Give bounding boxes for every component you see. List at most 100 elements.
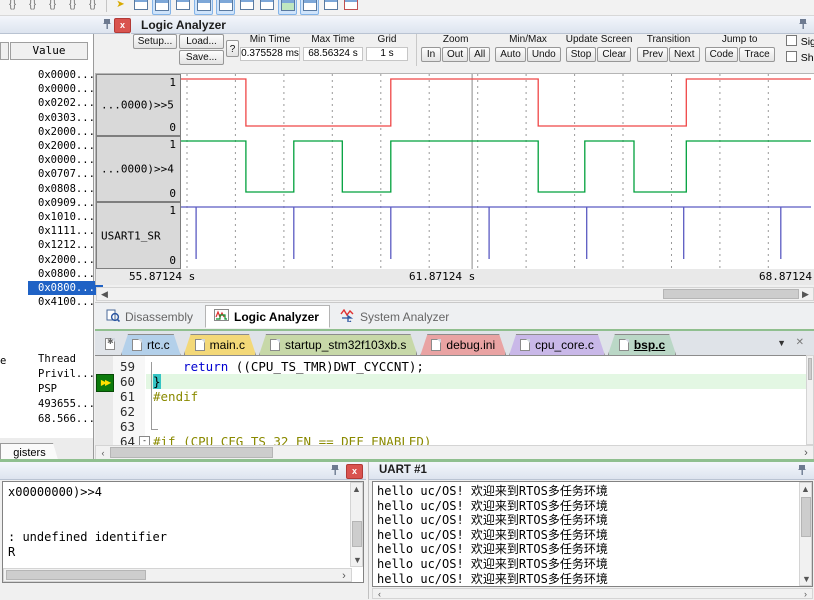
step-into-icon[interactable]: {} (4, 0, 21, 13)
checkbox-label: Signal Info (800, 36, 814, 48)
scroll-left-icon[interactable]: ‹ (97, 447, 109, 459)
editor-tab-rtc-c[interactable]: rtc.c (121, 334, 181, 355)
editor-tab-cpu-core-c[interactable]: cpu_core.c (509, 334, 605, 355)
editor-tab-startup-stm32f103xb-s[interactable]: startup_stm32f103xb.s (259, 334, 417, 355)
code-line[interactable]: 60} (95, 374, 806, 389)
code-button[interactable]: Code (704, 47, 739, 62)
run-icon[interactable]: ➤ (112, 0, 129, 13)
waveform-channel-label[interactable]: 1 0 ...0000)>>5 (96, 74, 181, 136)
step-out-icon[interactable]: {} (44, 0, 61, 13)
editor-tab-debug-ini[interactable]: debug.ini (420, 334, 506, 355)
setup-button[interactable]: Setup... (133, 34, 177, 49)
editor-tab-bsp-c[interactable]: bsp.c (608, 334, 676, 355)
code-line[interactable]: 63 (95, 419, 806, 434)
uart-line: hello uc/OS! 欢迎来到RTOS多任务环境 (377, 542, 608, 557)
group-label: Min/Max (509, 34, 547, 45)
tab-close-icon[interactable]: ✕ (796, 337, 804, 348)
help-button[interactable]: ? (226, 40, 239, 57)
pin-icon[interactable] (798, 18, 808, 33)
tab-label: main.c (209, 338, 246, 352)
undo-button[interactable]: Undo (526, 47, 561, 62)
pin-icon[interactable] (102, 18, 112, 33)
save-button[interactable]: Save... (179, 50, 224, 65)
toolbox-icon[interactable] (342, 0, 359, 13)
group-zoom: Zoom In Out All (421, 34, 491, 62)
analysis-window-icon[interactable] (278, 0, 297, 15)
waveform-plot[interactable] (181, 74, 811, 269)
checkbox-icon[interactable] (785, 51, 797, 62)
registers-window-icon[interactable] (194, 0, 213, 15)
next-button[interactable]: Next (669, 47, 700, 62)
run-to-cursor-icon[interactable]: {} (64, 0, 81, 13)
stop-button[interactable]: Stop (565, 47, 597, 62)
scrollbar-thumb[interactable] (110, 447, 273, 458)
tab-logic-analyzer[interactable]: Logic Analyzer (205, 305, 330, 328)
scroll-left-icon[interactable]: ‹ (374, 588, 385, 600)
tab-list-dropdown-icon[interactable]: ▼ (777, 338, 786, 348)
clear-button[interactable]: Clear (597, 47, 632, 62)
stop-icon[interactable]: {} (84, 0, 101, 13)
scroll-up-icon[interactable]: ▲ (351, 483, 362, 495)
checkbox-show-cycles[interactable]: Show Cycles (785, 51, 814, 64)
checkbox-signal-info[interactable]: Signal Info (785, 35, 814, 48)
command-hscrollbar[interactable]: › (3, 568, 352, 582)
tab-disassembly[interactable]: Disassembly (98, 306, 203, 328)
group-update-screen: Update Screen Stop Clear (565, 34, 632, 62)
scroll-down-icon[interactable]: ▼ (800, 573, 812, 585)
prev-button[interactable]: Prev (637, 47, 669, 62)
scroll-right-icon[interactable]: ▶ (799, 288, 812, 300)
memory-window-icon[interactable] (238, 0, 255, 13)
system-viewer-icon[interactable] (322, 0, 339, 13)
trace-button[interactable]: Trace (739, 47, 775, 62)
editor-tab-main-c[interactable]: main.c (184, 334, 256, 355)
file-modified-icon[interactable]: ✱ (105, 337, 115, 350)
table-row[interactable]: 0x0800... (28, 281, 103, 295)
name-column-header[interactable] (0, 42, 9, 60)
load-button[interactable]: Load... (179, 34, 224, 49)
scroll-down-icon[interactable]: ▼ (351, 554, 363, 566)
waveform-channel-label[interactable]: 1 0 ...0000)>>4 (96, 136, 181, 202)
value-column-header[interactable]: Value (10, 42, 88, 60)
command-output[interactable]: x00000000)>>4 : undefined identifier R ▲ … (2, 481, 364, 583)
pin-icon[interactable] (330, 464, 340, 479)
scroll-right-icon[interactable]: › (338, 570, 350, 582)
out-button[interactable]: Out (442, 47, 469, 62)
serial-window-icon[interactable] (258, 0, 275, 13)
auto-button[interactable]: Auto (495, 47, 526, 62)
command-vscrollbar[interactable]: ▲ ▼ (350, 482, 363, 567)
waveform-hscrollbar[interactable]: ◀ ▶ (96, 287, 814, 301)
code-line[interactable]: 61 #endif (95, 389, 806, 404)
close-icon[interactable]: x (114, 18, 131, 33)
code-area[interactable]: ▶▶ 59 return ((CPU_TS_TMR)DWT_CYCCNT); 60… (95, 355, 806, 446)
all-button[interactable]: All (469, 47, 491, 62)
scroll-right-icon[interactable]: › (800, 447, 812, 459)
scroll-right-icon[interactable]: › (800, 588, 811, 600)
symbols-window-icon[interactable] (174, 0, 191, 13)
editor-hscrollbar[interactable]: ‹ › (95, 445, 814, 460)
uart-line: hello uc/OS! 欢迎来到RTOS多任务环境 (377, 513, 608, 528)
scroll-left-icon[interactable]: ◀ (98, 288, 111, 300)
trace-window-icon[interactable] (300, 0, 319, 15)
waveform-channel-label[interactable]: 1 0 USART1_SR (96, 202, 181, 269)
scroll-up-icon[interactable]: ▲ (800, 483, 811, 495)
uart-line: hello uc/OS! 欢迎来到RTOS多任务环境 (377, 527, 608, 542)
checkbox-icon[interactable] (785, 35, 797, 46)
uart-output[interactable]: hello uc/OS! 欢迎来到RTOS多任务环境 hello uc/OS! 欢… (372, 481, 813, 587)
uart-hscrollbar[interactable]: ‹ › (372, 588, 813, 599)
code-line[interactable]: 59 return ((CPU_TS_TMR)DWT_CYCCNT); (95, 359, 806, 374)
disassembly-window-icon[interactable] (152, 0, 171, 15)
pin-icon[interactable] (797, 464, 807, 479)
step-over-icon[interactable]: {} (24, 0, 41, 13)
in-button[interactable]: In (421, 47, 441, 62)
code-line[interactable]: 62 (95, 404, 806, 419)
close-icon[interactable]: x (346, 464, 363, 479)
field-label: Grid (377, 34, 397, 45)
watch-window-icon[interactable] (216, 0, 235, 15)
editor-vscrollbar[interactable] (806, 355, 814, 445)
tab-system-analyzer[interactable]: System Analyzer (332, 306, 459, 328)
scrollbar-thumb[interactable] (663, 289, 799, 299)
command-window-icon[interactable] (132, 0, 149, 13)
uart-vscrollbar[interactable]: ▲ ▼ (799, 482, 812, 586)
scrollbar-thumb[interactable] (6, 570, 146, 580)
